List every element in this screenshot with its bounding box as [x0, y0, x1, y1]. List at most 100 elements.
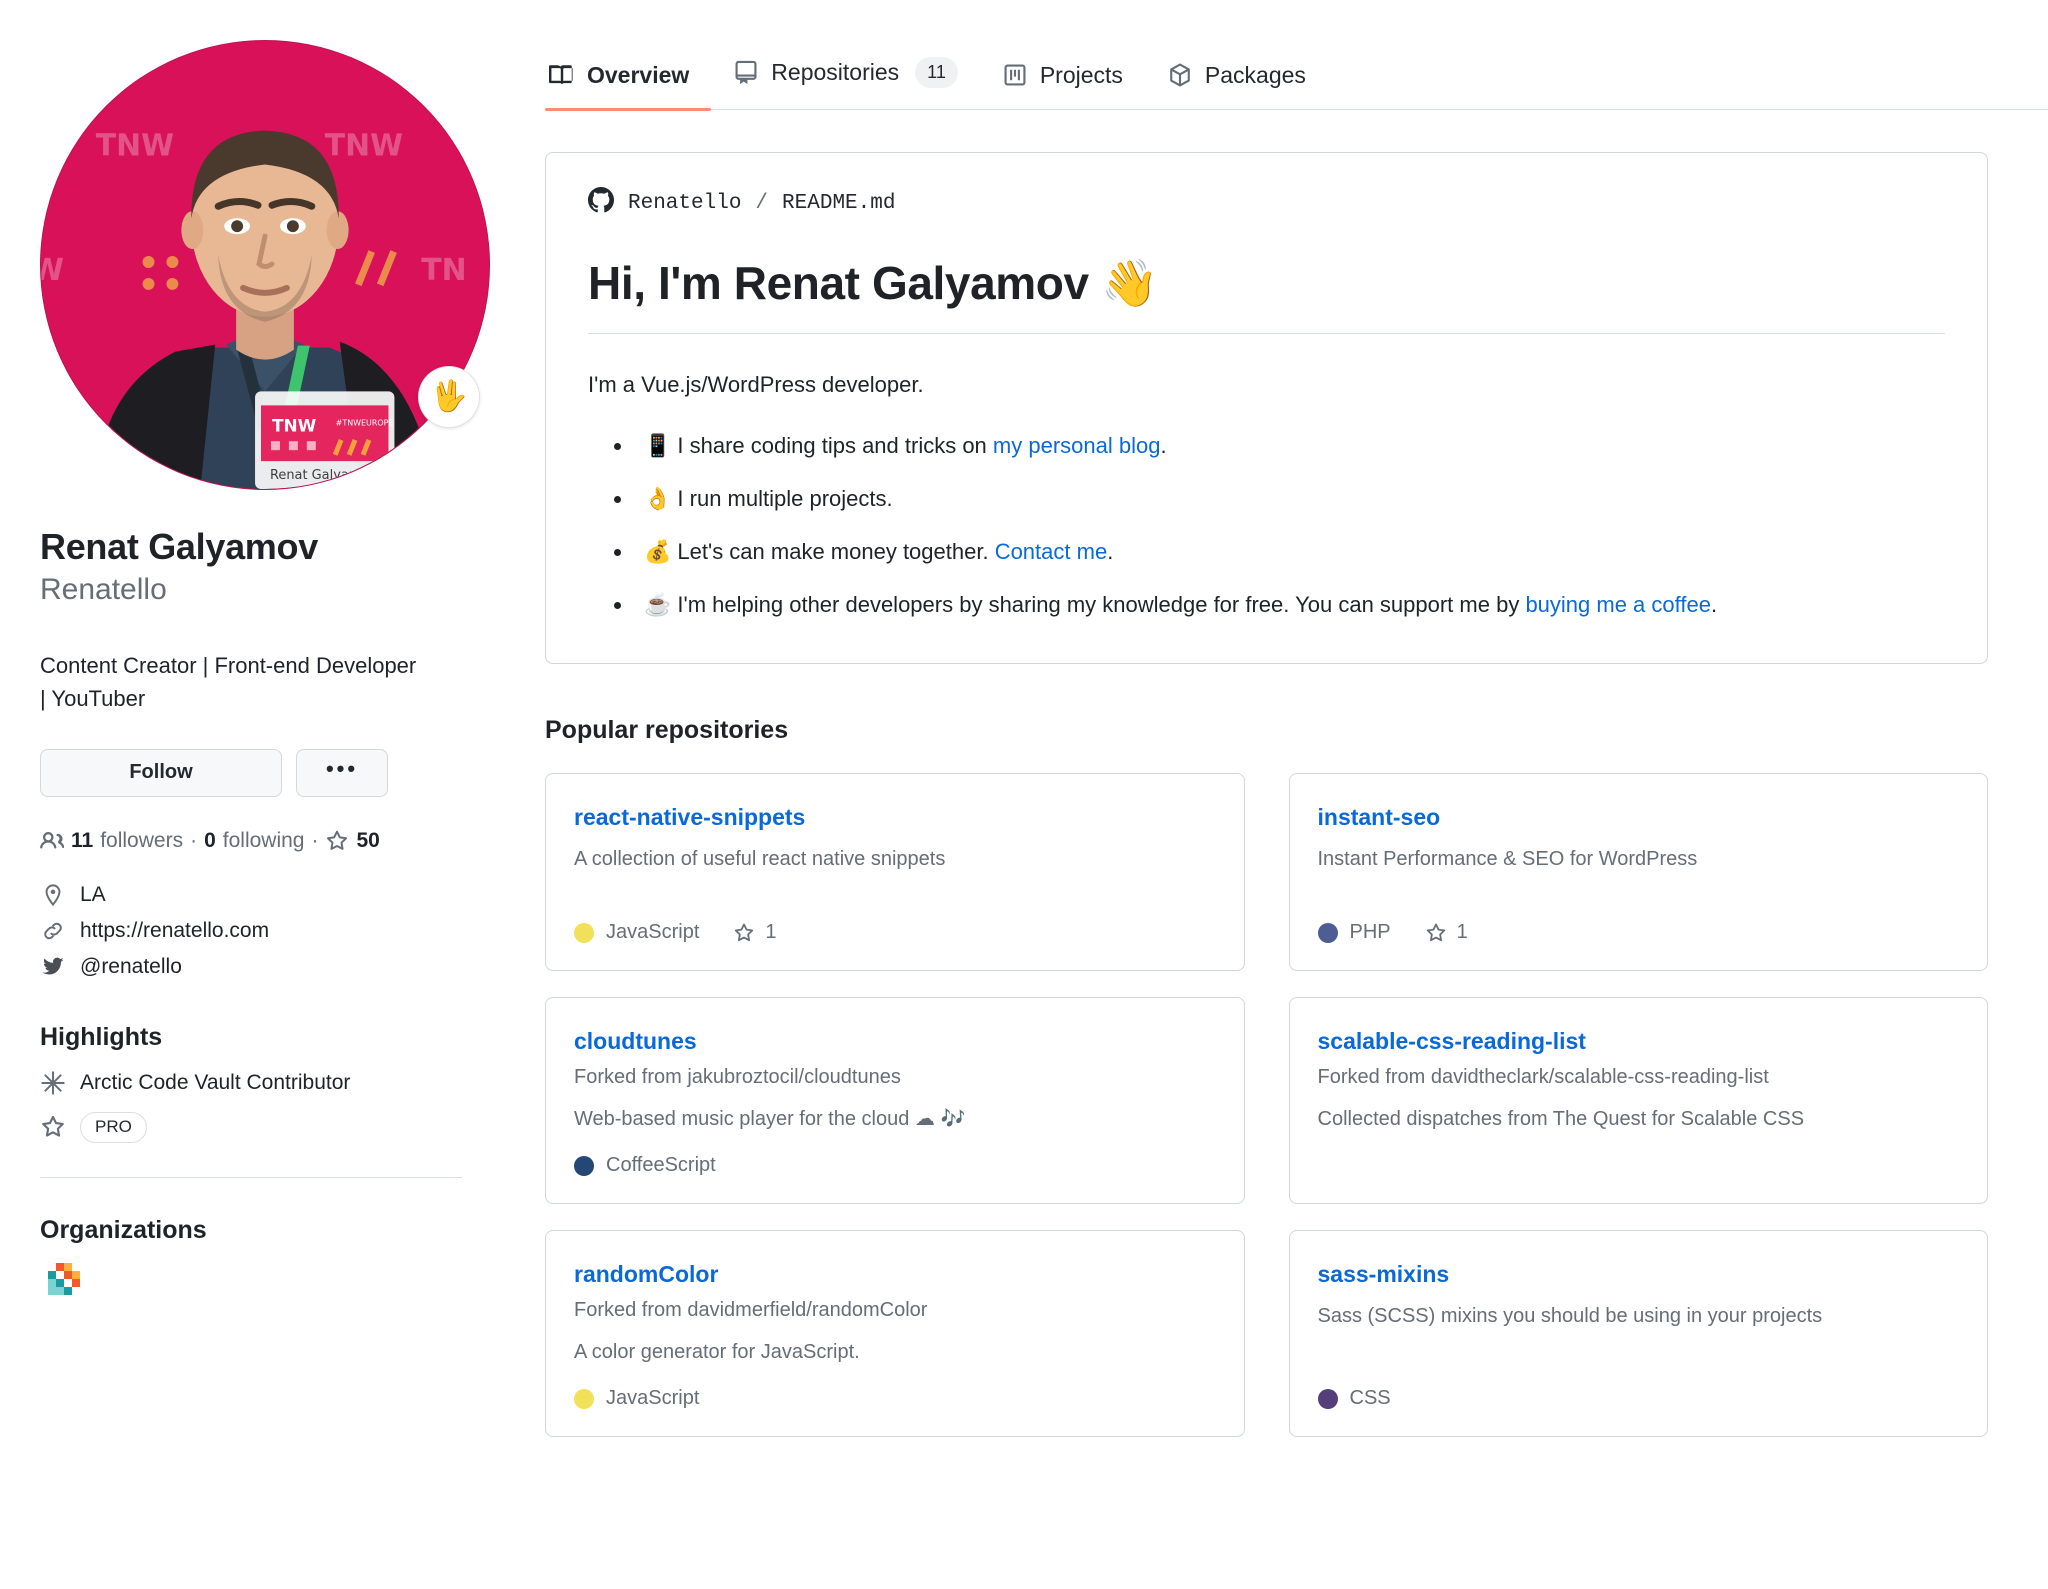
following-count[interactable]: 0	[204, 829, 216, 853]
avatar-wrap: TNW TNW W TN	[40, 40, 490, 490]
bullet-text-before: I run multiple projects.	[677, 486, 893, 512]
popular-repositories-title: Popular repositories	[545, 716, 789, 745]
tab-projects[interactable]: Projects	[980, 62, 1145, 110]
readme-breadcrumb: Renatello / README.md	[588, 187, 1945, 220]
repo-card[interactable]: scalable-css-reading-list Forked from da…	[1288, 997, 1988, 1205]
repo-card[interactable]: instant-seo Instant Performance & SEO fo…	[1288, 773, 1988, 972]
twitter-icon	[40, 955, 66, 979]
profile-sidebar: TNW TNW W TN	[0, 0, 500, 1589]
readme-owner[interactable]: Renatello	[628, 192, 741, 215]
organizations-title: Organizations	[40, 1215, 207, 1244]
highlight-arctic-vault[interactable]: Arctic Code Vault Contributor	[40, 1070, 462, 1096]
svg-text:TNW: TNW	[96, 128, 174, 163]
stat-separator-2: ·	[311, 828, 319, 852]
pro-badge: PRO	[80, 1111, 147, 1143]
following-label[interactable]: following	[223, 829, 305, 853]
profile-twitter[interactable]: @renatello	[40, 955, 462, 979]
list-item: 📱I share coding tips and tricks on my pe…	[634, 429, 1945, 462]
star-icon	[325, 829, 349, 853]
profile-location: LA	[40, 883, 462, 907]
bullet-text-after: .	[1710, 592, 1718, 618]
repo-description: Sass (SCSS) mixins you should be using i…	[1317, 1305, 1823, 1328]
repo-card[interactable]: cloudtunes Forked from jakubroztocil/clo…	[545, 997, 1245, 1205]
more-options-button[interactable]: •••	[296, 748, 388, 797]
repo-language-label: CSS	[1349, 1387, 1391, 1410]
project-icon	[1002, 62, 1028, 88]
tab-packages[interactable]: Packages	[1145, 62, 1328, 110]
star-icon	[735, 923, 754, 941]
repo-footer: CoffeeScript	[574, 1154, 1216, 1177]
profile-location-text: LA	[80, 882, 106, 906]
svg-text:#TNWEUROPE: #TNWEUROPE	[336, 418, 394, 427]
repo-language: JavaScript	[574, 921, 699, 944]
highlight-pro[interactable]: PRO	[40, 1111, 462, 1143]
highlight-arctic-vault-label: Arctic Code Vault Contributor	[80, 1070, 351, 1094]
list-item: 💰Let's can make money together. Contact …	[634, 535, 1945, 568]
github-profile-page: TNW TNW W TN	[0, 0, 2048, 1589]
tab-overview[interactable]: Overview	[545, 61, 712, 111]
repo-name-link[interactable]: randomColor	[574, 1261, 1216, 1288]
profile-meta-list: LA https://renatello.com @renatello	[40, 883, 462, 979]
repo-language-label: JavaScript	[606, 1387, 700, 1410]
github-mark-icon	[588, 187, 614, 220]
followers-label[interactable]: followers	[100, 829, 183, 853]
readme-slash: /	[755, 192, 769, 215]
repo-name-link[interactable]: sass-mixins	[1318, 1261, 1960, 1288]
status-emoji-badge[interactable]: 🖖	[418, 366, 480, 428]
svg-text:TNW: TNW	[325, 128, 403, 163]
coffee-icon: ☕	[644, 592, 672, 618]
ok-hand-icon: 👌	[644, 486, 672, 512]
repo-stars-count: 1	[765, 921, 777, 944]
svg-text:Renat Galyamov: Renat Galyamov	[270, 468, 377, 483]
money-bag-icon: 💰	[644, 539, 672, 565]
buy-me-a-coffee-link[interactable]: buying me a coffee	[1525, 592, 1711, 617]
bullet-text-before: Let's can make money together.	[677, 539, 995, 565]
followers-count[interactable]: 11	[71, 829, 93, 853]
repo-card[interactable]: randomColor Forked from davidmerfield/ra…	[545, 1230, 1245, 1438]
repo-description: A color generator for JavaScript.	[574, 1341, 860, 1364]
repo-stars[interactable]: 1	[733, 921, 777, 944]
repo-name-link[interactable]: cloudtunes	[574, 1028, 1216, 1055]
repo-description: Collected dispatches from The Quest for …	[1317, 1108, 1805, 1131]
highlights-section: Highlights Arctic Code Vault Contributor…	[40, 1023, 462, 1178]
readme-intro: I'm a Vue.js/WordPress developer.	[588, 372, 924, 398]
location-icon	[40, 883, 66, 907]
repo-language-label: PHP	[1349, 921, 1391, 944]
follow-button[interactable]: Follow	[40, 748, 282, 797]
tab-projects-label: Projects	[1039, 61, 1123, 88]
repo-forked-from: Forked from davidtheclark/scalable-css-r…	[1317, 1066, 1769, 1089]
bullet-text-after: .	[1160, 433, 1167, 459]
repo-card[interactable]: sass-mixins Sass (SCSS) mixins you shoul…	[1288, 1230, 1988, 1438]
repo-card[interactable]: react-native-snippets A collection of us…	[545, 773, 1245, 972]
tab-repositories[interactable]: Repositories 11	[711, 56, 980, 110]
contact-me-link[interactable]: Contact me	[995, 539, 1108, 564]
bullet-text-before: I share coding tips and tricks on	[677, 433, 993, 459]
book-icon	[549, 62, 575, 88]
stars-count[interactable]: 50	[356, 829, 379, 853]
profile-website-text[interactable]: https://renatello.com	[80, 919, 269, 943]
tab-packages-label: Packages	[1204, 61, 1306, 88]
readme-filename[interactable]: README.md	[782, 192, 895, 215]
stat-separator-1: ·	[190, 828, 198, 852]
repo-stars[interactable]: 1	[1425, 921, 1468, 944]
svg-text:W: W	[41, 253, 64, 288]
profile-website[interactable]: https://renatello.com	[40, 919, 462, 943]
organizations-list	[40, 1262, 462, 1311]
repo-name-link[interactable]: scalable-css-reading-list	[1318, 1028, 1960, 1055]
profile-twitter-text[interactable]: @renatello	[80, 955, 182, 979]
tab-repositories-label: Repositories	[771, 58, 900, 85]
language-color-dot	[574, 1155, 594, 1176]
profile-stats: 11 followers · 0 following · 50	[40, 829, 462, 853]
personal-blog-link[interactable]: my personal blog	[993, 433, 1161, 458]
list-item: 👌I run multiple projects.	[634, 482, 1945, 515]
tab-overview-label: Overview	[587, 61, 690, 88]
svg-text:TN: TN	[421, 253, 466, 288]
repo-name-link[interactable]: instant-seo	[1318, 804, 1960, 831]
org-logo-mosaic[interactable]	[40, 1262, 88, 1311]
popular-repositories-grid: react-native-snippets A collection of us…	[545, 773, 1988, 1438]
repo-name-link[interactable]: react-native-snippets	[574, 804, 1216, 831]
readme-bullet-list: 📱I share coding tips and tricks on my pe…	[588, 429, 1945, 621]
repositories-count-badge: 11	[915, 56, 958, 88]
repo-footer: CSS	[1317, 1387, 1960, 1410]
avatar[interactable]: TNW TNW W TN	[40, 40, 490, 490]
